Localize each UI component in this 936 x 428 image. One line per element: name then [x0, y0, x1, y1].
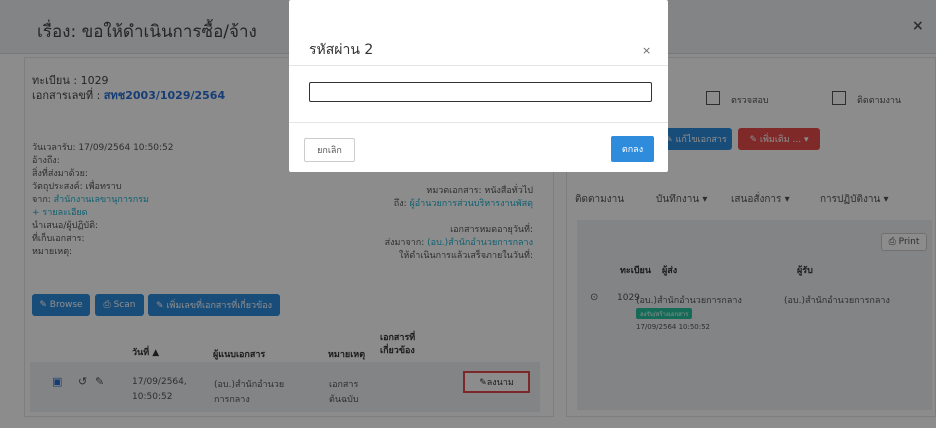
cancel-button[interactable]: ยกเลิก — [304, 138, 355, 162]
dialog-divider-bottom — [289, 122, 668, 123]
dialog-close-icon[interactable]: × — [642, 44, 651, 57]
dialog-title: รหัสผ่าน 2 — [309, 42, 374, 58]
password-input[interactable] — [309, 82, 652, 102]
ok-button[interactable]: ตกลง — [611, 136, 654, 162]
dialog-divider-top — [289, 65, 668, 66]
password-dialog: รหัสผ่าน 2 × ยกเลิก ตกลง — [289, 0, 668, 172]
